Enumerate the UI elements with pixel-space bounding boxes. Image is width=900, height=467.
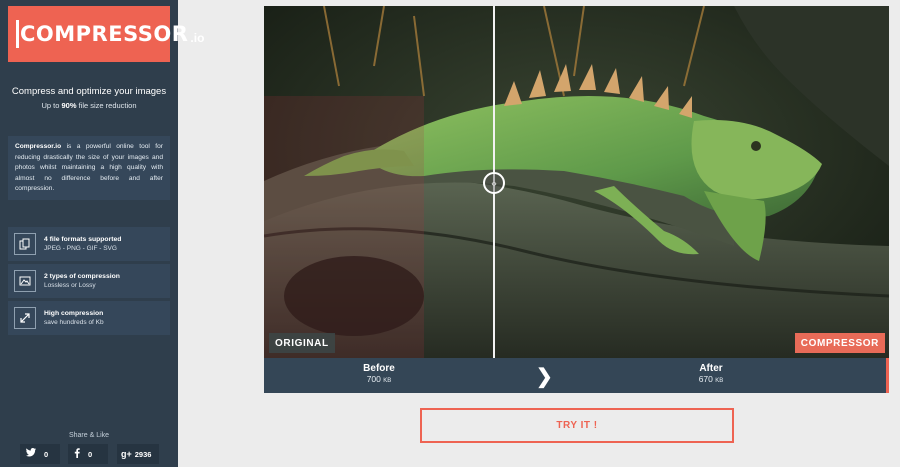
- after-size-unit: KB: [715, 378, 724, 384]
- before-size-value: 700: [366, 374, 381, 384]
- before-size-unit: KB: [383, 378, 392, 384]
- original-badge: ORIGINAL: [269, 333, 335, 353]
- before-label: Before: [363, 363, 395, 374]
- tagline: Compress and optimize your images Up to …: [0, 86, 178, 110]
- logo-suffix: .io: [190, 31, 205, 45]
- tagline-subtitle: Up to 90% file size reduction: [0, 101, 178, 110]
- feature-subtitle: JPEG - PNG - GIF - SVG: [44, 245, 117, 252]
- feature-file-formats: 4 file formats supported JPEG - PNG - GI…: [8, 227, 170, 261]
- google-plus-icon: g+: [121, 449, 132, 459]
- twitter-share-button[interactable]: 0: [20, 444, 60, 464]
- facebook-icon: [74, 447, 80, 461]
- try-it-button[interactable]: TRY IT !: [420, 408, 734, 443]
- share-label: Share & Like: [68, 432, 110, 439]
- slider-handle-icon[interactable]: ‹›: [483, 172, 505, 194]
- feature-title: 4 file formats supported: [44, 236, 122, 243]
- compress-arrows-icon: [14, 307, 36, 329]
- feature-compression-types: 2 types of compression Lossless or Lossy: [8, 264, 170, 298]
- compressor-badge: COMPRESSOR: [794, 333, 885, 353]
- twitter-icon: [26, 448, 36, 460]
- gplus-share-button[interactable]: g+ 2936: [117, 444, 159, 464]
- feature-title: High compression: [44, 310, 104, 317]
- after-label: After: [699, 363, 723, 374]
- image-comparison[interactable]: ‹› ORIGINAL COMPRESSOR: [264, 6, 889, 358]
- chevron-right-icon: ❯: [536, 366, 553, 388]
- tagline-title: Compress and optimize your images: [11, 86, 167, 97]
- file-formats-icon: [14, 233, 36, 255]
- gplus-count: 2936: [134, 449, 152, 459]
- logo-text: COMPRESSOR: [20, 22, 189, 46]
- description-text: is a powerful online tool for reducing d…: [15, 143, 163, 192]
- feature-title: 2 types of compression: [44, 273, 120, 280]
- description-box: Compressor.io is a powerful online tool …: [8, 136, 170, 200]
- clamp-logo-icon: [16, 20, 19, 48]
- after-info: After 670 KB: [661, 363, 761, 384]
- twitter-count: 0: [44, 449, 49, 459]
- accent-stripe: [886, 358, 889, 393]
- sidebar: COMPRESSOR .io Compress and optimize you…: [0, 0, 204, 467]
- facebook-count: 0: [88, 449, 93, 459]
- size-info-bar: Before 700 KB ❯ After 670 KB: [264, 358, 889, 393]
- tagline-sub-highlight: 90%: [61, 101, 77, 110]
- facebook-share-button[interactable]: 0: [68, 444, 108, 464]
- feature-subtitle: Lossless or Lossy: [44, 282, 96, 289]
- logo[interactable]: COMPRESSOR .io: [8, 6, 204, 62]
- feature-subtitle: save hundreds of Kb: [44, 319, 104, 326]
- feature-high-compression: High compression save hundreds of Kb: [8, 301, 170, 335]
- description-lead: Compressor.io: [15, 143, 62, 150]
- tagline-sub-suffix: file size reduction: [76, 101, 137, 110]
- original-image-pane: [264, 6, 494, 358]
- before-size: 700 KB: [329, 374, 429, 384]
- image-icon: [14, 270, 36, 292]
- tagline-sub-prefix: Up to: [41, 101, 62, 110]
- after-size: 670 KB: [661, 374, 761, 384]
- after-size-value: 670: [698, 374, 713, 384]
- before-info: Before 700 KB: [329, 363, 429, 384]
